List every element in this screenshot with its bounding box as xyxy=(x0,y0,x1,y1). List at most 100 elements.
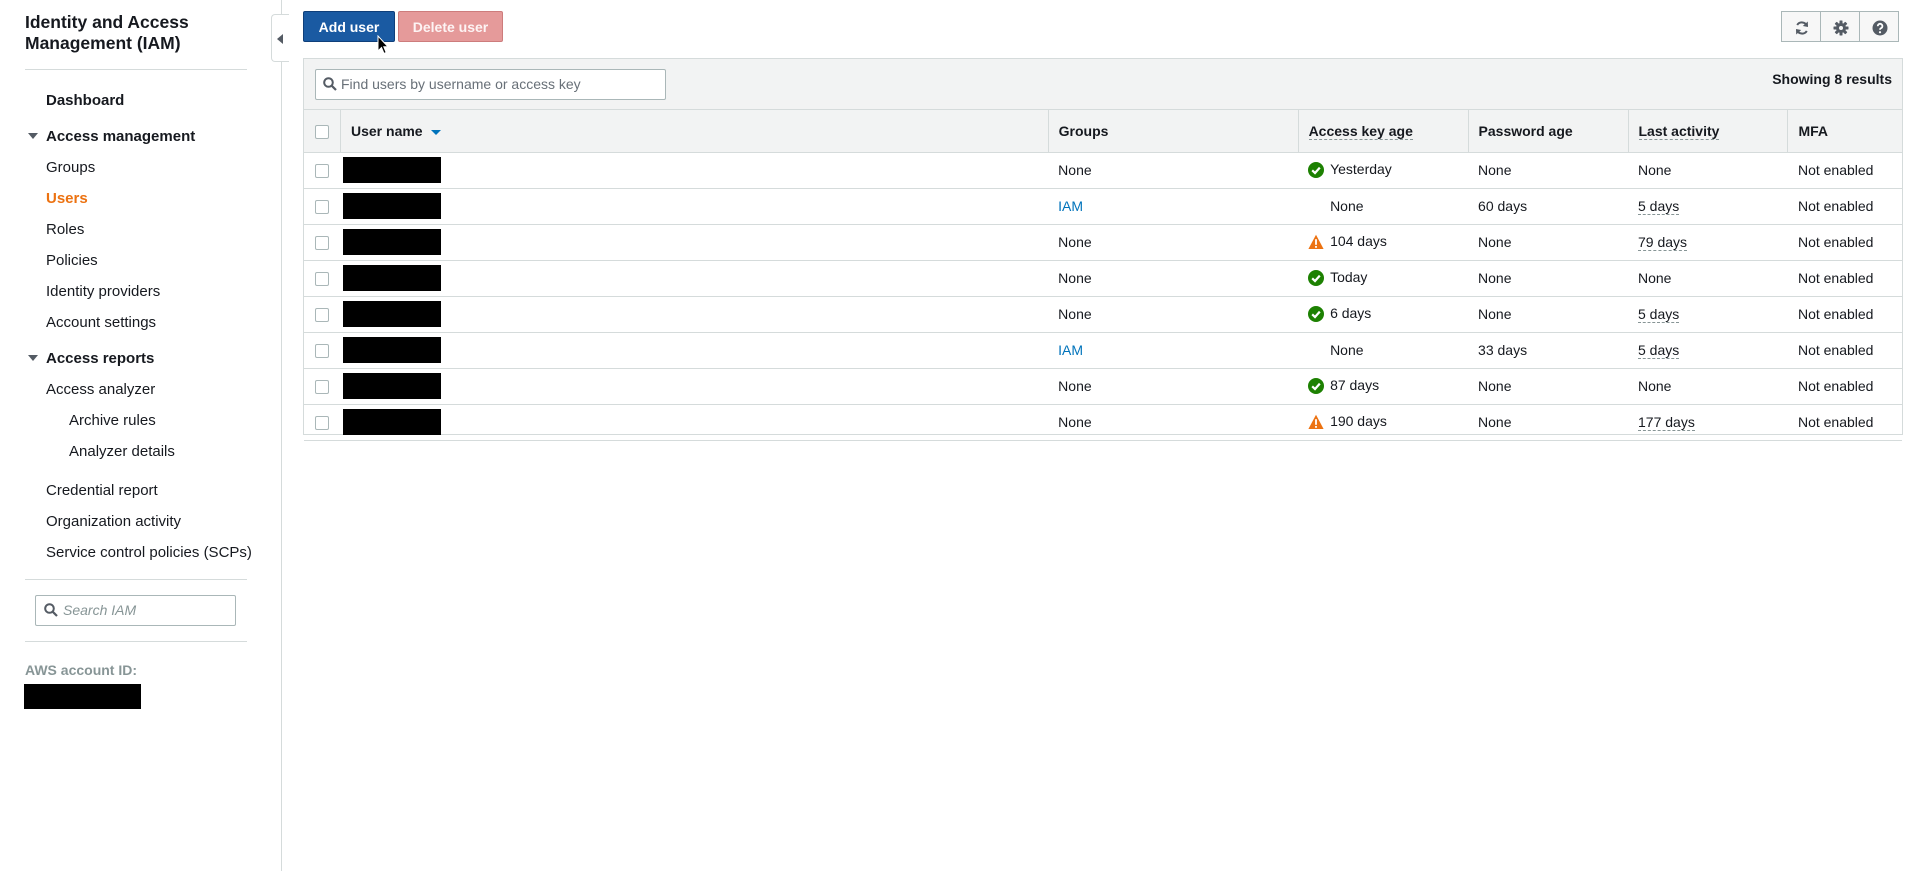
user-name-redacted[interactable] xyxy=(342,265,441,291)
password-age-value: 60 days xyxy=(1478,198,1528,214)
sidebar-item-roles[interactable]: Roles xyxy=(46,221,84,238)
sidebar-item-organization-activity[interactable]: Organization activity xyxy=(46,513,181,530)
last-activity-value: 5 days xyxy=(1638,306,1680,323)
help-button[interactable] xyxy=(1859,11,1899,42)
password-age-cell: 33 days xyxy=(1468,332,1628,369)
sidebar-item-analyzer-details[interactable]: Analyzer details xyxy=(69,443,175,460)
table-row[interactable]: None Yesterday None None Not enabled xyxy=(304,152,1902,189)
select-all-checkbox[interactable] xyxy=(315,124,329,139)
row-checkbox[interactable] xyxy=(315,164,329,179)
mouse-cursor-icon xyxy=(377,35,389,55)
groups-cell: IAM xyxy=(1048,188,1299,225)
row-checkbox[interactable] xyxy=(315,308,329,323)
password-age-cell: None xyxy=(1468,152,1628,189)
header-groups[interactable]: Groups xyxy=(1047,110,1299,153)
sidebar-item-scp[interactable]: Service control policies (SCPs) xyxy=(46,544,252,561)
mfa-cell: Not enabled xyxy=(1787,224,1902,261)
header-mfa[interactable]: MFA xyxy=(1787,110,1902,153)
section-label: Access reports xyxy=(46,350,155,367)
header-select-all xyxy=(304,110,341,153)
access-key-age-cell: 104 days xyxy=(1298,224,1469,261)
last-activity-cell: 5 days xyxy=(1628,188,1788,225)
access-key-age-value: Yesterday xyxy=(1330,161,1392,178)
row-checkbox[interactable] xyxy=(315,200,329,215)
search-iam-input[interactable]: Search IAM xyxy=(35,595,236,626)
filter-bar: Find users by username or access key Sho… xyxy=(304,59,1902,110)
header-label: Password age xyxy=(1478,122,1573,139)
header-password-age[interactable]: Password age xyxy=(1467,110,1628,153)
user-name-redacted[interactable] xyxy=(342,157,441,183)
groups-cell: None xyxy=(1048,260,1299,297)
table-row[interactable]: None 87 days None None Not enabled xyxy=(304,368,1902,405)
sidebar-item-dashboard[interactable]: Dashboard xyxy=(46,92,124,109)
user-name-redacted[interactable] xyxy=(342,409,441,435)
sidebar-item-policies[interactable]: Policies xyxy=(46,252,98,269)
table-row[interactable]: None 6 days None 5 days Not enabled xyxy=(304,296,1902,333)
header-last-activity[interactable]: Last activity xyxy=(1627,110,1788,153)
table-row[interactable]: None Today None None Not enabled xyxy=(304,260,1902,297)
row-checkbox[interactable] xyxy=(315,344,329,359)
header-label: User name xyxy=(351,122,423,139)
collapse-sidebar-button[interactable] xyxy=(271,14,289,62)
sidebar-item-credential-report[interactable]: Credential report xyxy=(46,482,158,499)
header-access-key-age[interactable]: Access key age xyxy=(1297,110,1469,153)
password-age-value: None xyxy=(1478,234,1512,250)
group-link[interactable]: IAM xyxy=(1058,342,1083,358)
caret-down-icon xyxy=(28,133,38,140)
row-checkbox[interactable] xyxy=(315,272,329,287)
last-activity-cell: 5 days xyxy=(1628,332,1788,369)
groups-cell: None xyxy=(1048,368,1299,405)
last-activity-cell: 5 days xyxy=(1628,296,1788,333)
sort-descending-icon xyxy=(430,129,441,135)
users-panel: Find users by username or access key Sho… xyxy=(303,58,1903,441)
groups-value: None xyxy=(1058,378,1092,394)
access-key-age-value: 87 days xyxy=(1330,377,1380,394)
divider xyxy=(25,641,247,642)
warning-icon xyxy=(1308,414,1324,429)
row-checkbox[interactable] xyxy=(315,416,329,431)
refresh-button[interactable] xyxy=(1781,11,1821,42)
user-name-redacted[interactable] xyxy=(342,229,441,255)
settings-button[interactable] xyxy=(1820,11,1860,42)
mfa-value: Not enabled xyxy=(1797,306,1874,322)
sidebar: Identity and Access Management (IAM) Das… xyxy=(0,0,282,871)
sidebar-item-archive-rules[interactable]: Archive rules xyxy=(69,412,156,429)
table-row[interactable]: None 104 days None 79 days Not enabled xyxy=(304,224,1902,261)
password-age-value: None xyxy=(1478,270,1512,286)
groups-value: None xyxy=(1058,270,1092,286)
search-placeholder: Search IAM xyxy=(63,602,137,618)
section-access-management[interactable]: Access management xyxy=(28,128,195,145)
row-checkbox[interactable] xyxy=(315,380,329,395)
user-name-redacted[interactable] xyxy=(342,193,441,219)
row-select-cell xyxy=(304,368,341,405)
groups-cell: None xyxy=(1048,152,1299,189)
table-header-row: User name Groups Access key age Password… xyxy=(304,110,1902,153)
user-name-redacted[interactable] xyxy=(342,337,441,363)
header-user-name[interactable]: User name xyxy=(340,110,1049,153)
delete-user-button[interactable]: Delete user xyxy=(398,11,503,42)
access-key-age-value: None xyxy=(1330,198,1364,214)
row-select-cell xyxy=(304,152,341,189)
mfa-cell: Not enabled xyxy=(1787,152,1902,189)
sidebar-item-users[interactable]: Users xyxy=(46,190,88,207)
last-activity-cell: None xyxy=(1628,152,1788,189)
sidebar-item-access-analyzer[interactable]: Access analyzer xyxy=(46,381,155,398)
group-link[interactable]: IAM xyxy=(1058,198,1083,214)
find-users-input[interactable]: Find users by username or access key xyxy=(315,69,666,100)
row-checkbox[interactable] xyxy=(315,236,329,251)
sidebar-item-identity-providers[interactable]: Identity providers xyxy=(46,283,160,300)
last-activity-cell: 177 days xyxy=(1628,404,1788,441)
password-age-cell: None xyxy=(1468,224,1628,261)
table-row[interactable]: None 190 days None 177 days Not enabled xyxy=(304,404,1902,441)
sidebar-item-account-settings[interactable]: Account settings xyxy=(46,314,156,331)
user-name-cell xyxy=(340,260,1049,297)
section-access-reports[interactable]: Access reports xyxy=(28,350,154,367)
user-name-redacted[interactable] xyxy=(342,373,441,399)
table-row[interactable]: IAM None 33 days 5 days Not enabled xyxy=(304,332,1902,369)
user-name-redacted[interactable] xyxy=(342,301,441,327)
sidebar-item-groups[interactable]: Groups xyxy=(46,159,95,176)
groups-value: None xyxy=(1058,306,1092,322)
groups-cell: None xyxy=(1048,404,1299,441)
access-key-age-cell: None xyxy=(1298,332,1469,369)
table-row[interactable]: IAM None 60 days 5 days Not enabled xyxy=(304,188,1902,225)
